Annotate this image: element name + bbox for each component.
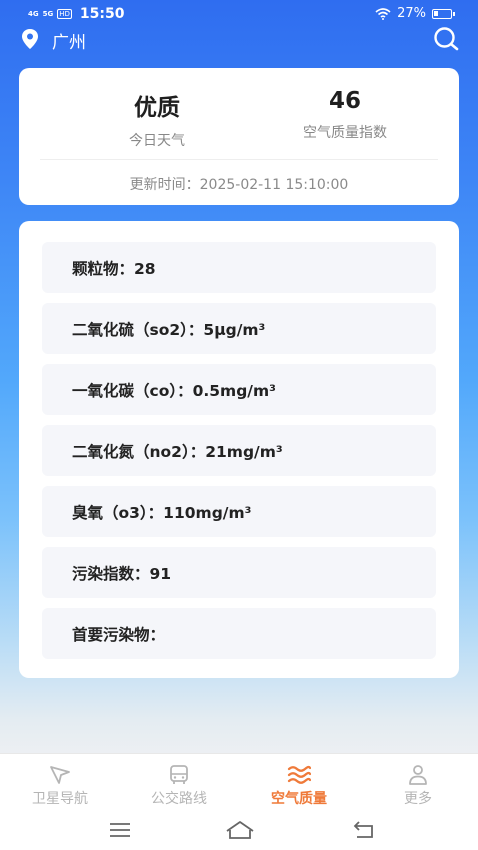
status-left: 4G 5G HD 15:50 [28,6,124,22]
aqi-label: 空气质量指数 [303,125,387,141]
tab-navigation[interactable]: 卫星导航 [0,754,120,814]
tab-bus[interactable]: 公交路线 [119,754,239,814]
home-icon[interactable] [224,819,256,841]
menu-icon[interactable] [107,819,133,841]
detail-row-o3: 臭氧（o3）：110mg/m³ [42,486,436,537]
aqi-value: 46 [328,88,361,114]
hd-badge: HD [57,9,72,19]
summary-card: 优质 今日天气 46 空气质量指数 更新时间：2025-02-11 15:10:… [19,68,459,205]
tab-label: 空气质量 [271,791,327,807]
tab-label: 更多 [404,791,432,807]
header: 广州 [0,26,478,54]
bus-icon [170,765,188,784]
pollutant-detail-card: 颗粒物：28 二氧化硫（so2）：5μg/m³ 一氧化碳（co）：0.5mg/m… [19,221,459,678]
quality-value: 优质 [134,95,180,121]
divider [40,159,438,160]
user-icon [409,765,427,785]
tab-label: 卫星导航 [32,791,88,807]
detail-row-no2: 二氧化氮（no2）：21mg/m³ [42,425,436,476]
clock: 15:50 [79,6,125,22]
tab-air-quality[interactable]: 空气质量 [239,754,359,814]
system-nav-bar [0,813,478,850]
detail-row-particulate: 颗粒物：28 [42,242,436,293]
battery-icon [432,8,455,19]
battery-fill [434,10,438,16]
tab-label: 公交路线 [151,791,207,807]
detail-row-pollution-index: 污染指数：91 [42,547,436,598]
status-bar: 4G 5G HD 15:50 27% [0,0,478,28]
quality-label: 今日天气 [129,133,185,149]
back-icon[interactable] [351,819,377,841]
wifi-icon [375,7,391,20]
quality-block: 优质 今日天气 [57,88,257,150]
aqi-block: 46 空气质量指数 [245,88,445,142]
detail-row-primary-pollutant: 首要污染物： [42,608,436,659]
air-waves-icon [287,765,311,784]
battery-percent: 27% [397,6,426,21]
location-pin-icon[interactable] [20,28,40,50]
detail-row-so2: 二氧化硫（so2）：5μg/m³ [42,303,436,354]
bottom-tab-bar: 卫星导航 公交路线 空气质量 更多 [0,753,478,813]
search-icon[interactable] [432,26,460,52]
update-time: 更新时间：2025-02-11 15:10:00 [129,177,349,193]
detail-row-co: 一氧化碳（co）：0.5mg/m³ [42,364,436,415]
navigation-arrow-icon [50,766,70,784]
status-right: 27% [375,6,455,21]
signal-4g-icon: 4G [28,9,39,18]
city-name[interactable]: 广州 [52,28,86,53]
signal-5g-icon: 5G [42,9,54,18]
tab-more[interactable]: 更多 [358,754,478,814]
